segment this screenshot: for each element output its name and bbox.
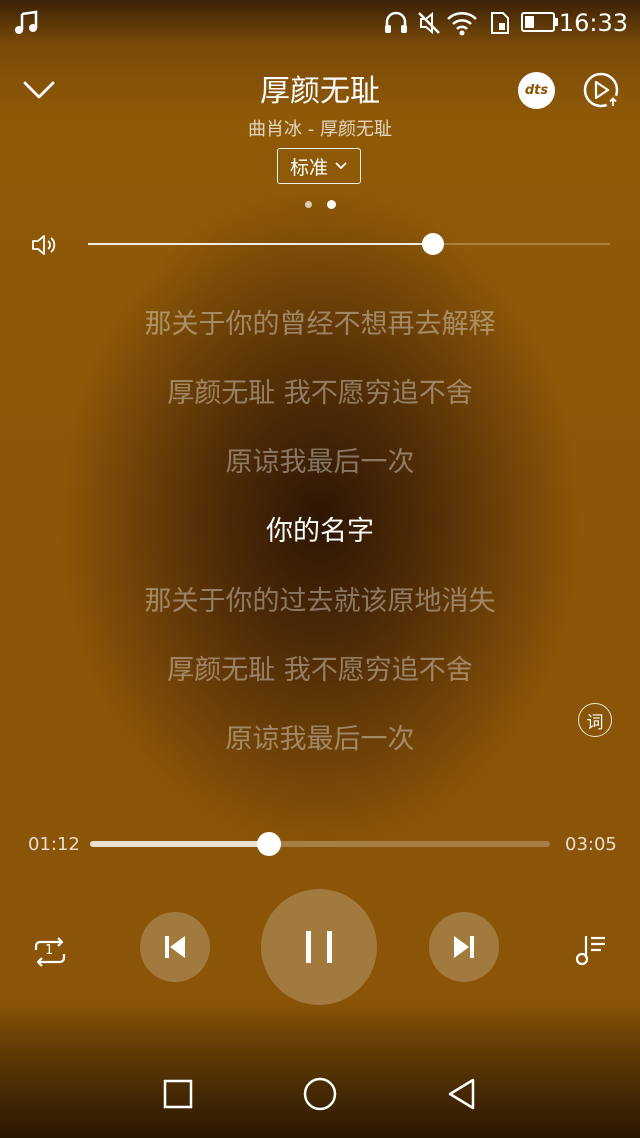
volume-icon bbox=[32, 235, 56, 255]
page-dot-1[interactable] bbox=[305, 201, 312, 208]
lyric-line: 那关于你的过去就该原地消失 bbox=[144, 586, 496, 617]
pause-icon bbox=[306, 931, 332, 963]
music-note-icon bbox=[15, 10, 38, 34]
lyric-line: 那关于你的曾经不想再去解释 bbox=[144, 309, 496, 340]
mv-play-icon[interactable] bbox=[582, 71, 622, 111]
progress-thumb[interactable] bbox=[257, 832, 282, 856]
previous-button[interactable] bbox=[140, 912, 210, 982]
lyric-button-label: 词 bbox=[586, 712, 604, 733]
repeat-mode-button[interactable]: 1 bbox=[30, 934, 70, 970]
battery-icon bbox=[521, 12, 558, 32]
back-icon bbox=[448, 1078, 475, 1110]
volume-slider-fill bbox=[88, 243, 433, 245]
mute-icon bbox=[418, 11, 440, 35]
elapsed-time: 01:12 bbox=[28, 834, 80, 855]
previous-icon bbox=[165, 936, 185, 958]
chevron-down-icon bbox=[335, 162, 347, 170]
playlist-icon[interactable] bbox=[574, 932, 608, 968]
dts-button[interactable]: dts bbox=[518, 72, 555, 109]
volume-slider-thumb[interactable] bbox=[421, 233, 444, 255]
back-button[interactable] bbox=[442, 1074, 482, 1114]
sim-icon bbox=[491, 12, 509, 34]
repeat-mode-label: 1 bbox=[45, 943, 54, 958]
headphones-icon bbox=[385, 11, 407, 33]
lyric-line: 原谅我最后一次 bbox=[225, 724, 415, 755]
total-time: 03:05 bbox=[565, 834, 617, 855]
recent-apps-button[interactable] bbox=[158, 1074, 198, 1114]
lyric-line: 厚颜无耻 我不愿穷追不舍 bbox=[167, 655, 473, 686]
lyric-line: 厚颜无耻 我不愿穷追不舍 bbox=[167, 378, 473, 409]
dts-label: dts bbox=[524, 83, 549, 98]
wifi-icon bbox=[447, 12, 477, 36]
home-icon bbox=[303, 1077, 337, 1111]
artist-album[interactable]: 曲肖冰 - 厚颜无耻 bbox=[0, 115, 640, 141]
next-icon bbox=[454, 936, 474, 958]
lyric-settings-button[interactable]: 词 bbox=[578, 703, 612, 737]
quality-selector[interactable]: 标准 bbox=[277, 148, 361, 184]
status-bar: 16:33 bbox=[0, 0, 640, 46]
progress-fill bbox=[90, 841, 270, 847]
quality-label: 标准 bbox=[289, 156, 328, 179]
lyric-line: 原谅我最后一次 bbox=[225, 447, 415, 478]
lyric-line-current: 你的名字 bbox=[266, 516, 374, 547]
recent-apps-icon bbox=[163, 1079, 193, 1109]
home-button[interactable] bbox=[300, 1074, 340, 1114]
next-button[interactable] bbox=[429, 912, 499, 982]
page-dot-2[interactable] bbox=[327, 200, 336, 209]
pause-button[interactable] bbox=[261, 889, 377, 1005]
status-time: 16:33 bbox=[558, 9, 628, 37]
